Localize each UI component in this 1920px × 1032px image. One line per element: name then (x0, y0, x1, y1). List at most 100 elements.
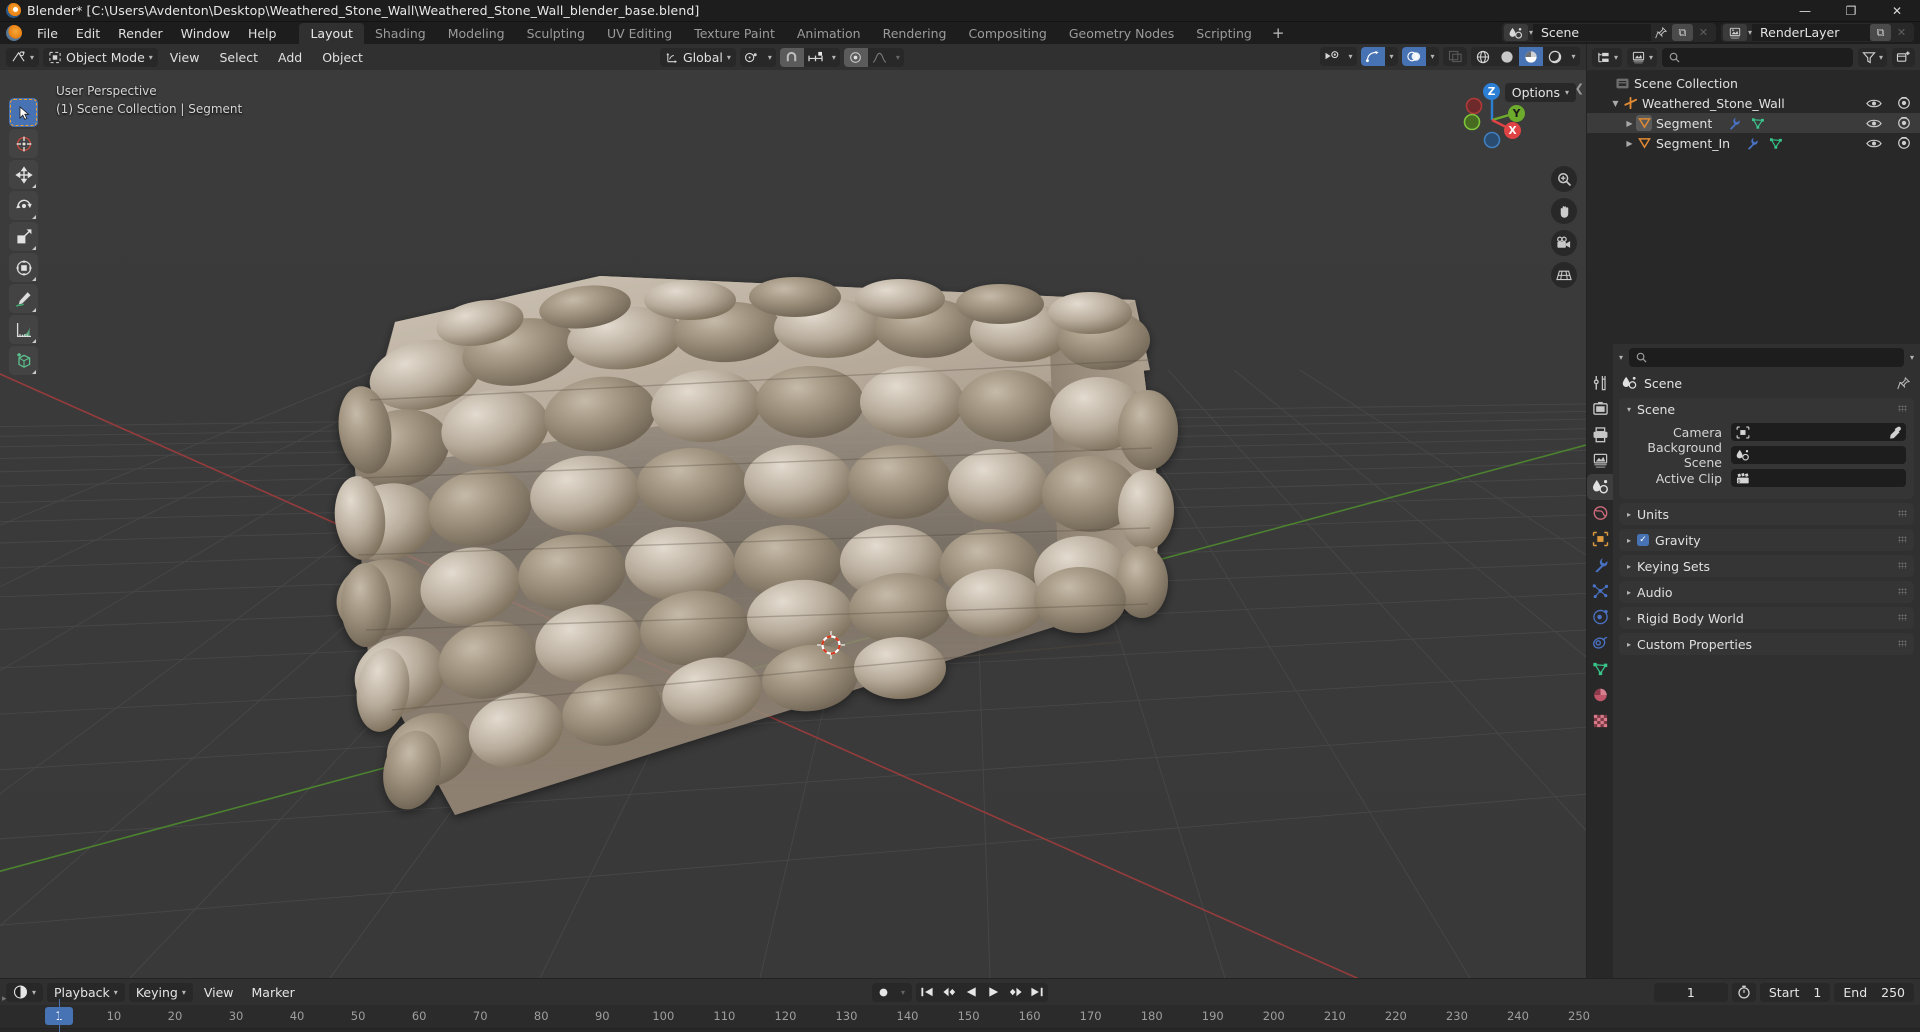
auto-keying-chevron[interactable]: ▾ (894, 983, 912, 1002)
custom-properties-panel-header[interactable]: ▸ Custom Properties (1619, 633, 1914, 655)
pivot-chevron[interactable]: ▾ (764, 48, 776, 67)
shading-rendered-icon[interactable] (1543, 47, 1567, 66)
tool-annotate[interactable] (9, 284, 38, 313)
chevron-right-icon[interactable]: ▸ (1627, 562, 1631, 571)
eyedropper-icon[interactable] (1888, 426, 1901, 439)
sidebar-collapse-arrow[interactable]: ❮ (1575, 82, 1584, 95)
workspace-tab-geometry-nodes[interactable]: Geometry Nodes (1058, 23, 1185, 44)
disable-in-renders-camera-icon[interactable] (1896, 135, 1912, 151)
workspace-tab-shading[interactable]: Shading (364, 23, 437, 44)
tool-tweak-select[interactable] (9, 98, 38, 127)
audio-panel-header[interactable]: ▸ Audio (1619, 581, 1914, 603)
tool-scale[interactable] (9, 222, 38, 251)
visibility-selector[interactable]: ▾ (1320, 47, 1357, 66)
viewport-menu-select[interactable]: Select (211, 48, 266, 67)
physics-tab-icon[interactable] (1587, 604, 1613, 630)
new-view-layer-button[interactable]: ⧉ (1870, 24, 1891, 41)
object-data-tab-icon[interactable] (1587, 656, 1613, 682)
previous-keyframe-button[interactable] (938, 983, 960, 1002)
frame-start-field[interactable]: Start 1 (1759, 982, 1831, 1002)
outliner-filter-button[interactable]: ▾ (1857, 47, 1887, 67)
render-tab-icon[interactable] (1587, 396, 1613, 422)
scene-name-field[interactable]: Scene (1532, 24, 1651, 41)
menu-edit[interactable]: Edit (67, 24, 109, 43)
gizmo-axis-z[interactable]: Z (1483, 83, 1500, 100)
chevron-right-icon[interactable]: ▸ (1627, 614, 1631, 623)
pin-properties-icon[interactable] (1897, 376, 1910, 390)
timeline-ruler[interactable]: ▸ 1 102030405060708090100110120130140150… (0, 994, 1920, 1029)
toggle-perspective-icon[interactable] (1551, 262, 1577, 288)
timeline-editor-type-selector[interactable]: ▾ (6, 982, 44, 1002)
world-tab-icon[interactable] (1587, 500, 1613, 526)
texture-tab-icon[interactable] (1587, 708, 1613, 734)
disclosure-triangle[interactable]: ▼ (1609, 99, 1622, 108)
snap-chevron[interactable]: ▾ (828, 48, 840, 67)
viewport-menu-view[interactable]: View (162, 48, 208, 67)
current-frame-field[interactable]: 1 (1653, 982, 1728, 1002)
workspace-tab-rendering[interactable]: Rendering (872, 23, 958, 44)
next-keyframe-button[interactable] (1004, 983, 1026, 1002)
properties-options-chevron[interactable]: ▾ (1910, 353, 1914, 362)
constraints-tab-icon[interactable] (1587, 630, 1613, 656)
modifiers-tab-icon[interactable] (1587, 552, 1613, 578)
shading-wireframe-icon[interactable] (1471, 47, 1495, 66)
output-tab-icon[interactable] (1587, 422, 1613, 448)
view-layer-name-field[interactable]: RenderLayer (1752, 24, 1870, 41)
minimize-button[interactable]: — (1782, 0, 1828, 22)
editor-type-selector[interactable]: ▾ (6, 47, 40, 67)
jump-to-start-button[interactable] (916, 983, 938, 1002)
scene-tab-icon[interactable] (1587, 474, 1613, 500)
modifier-wrench-icon[interactable] (1726, 115, 1742, 131)
viewport-menu-object[interactable]: Object (314, 48, 371, 67)
use-preview-range-icon[interactable] (1731, 982, 1756, 1002)
outliner-editor-type-selector[interactable]: ▾ (1592, 47, 1623, 67)
shading-mode-group[interactable]: ▾ (1471, 47, 1580, 66)
disclosure-triangle[interactable]: ▶ (1623, 139, 1636, 148)
chevron-right-icon[interactable]: ▸ (1627, 536, 1631, 545)
auto-keying-group[interactable]: ▾ (872, 982, 912, 1002)
outliner-row-scene-collection[interactable]: Scene Collection (1587, 73, 1920, 93)
view-layer-selector[interactable]: ▾ RenderLayer ⧉ ✕ (1720, 23, 1914, 42)
gravity-panel[interactable]: ▸ ✓ Gravity (1619, 529, 1914, 551)
outliner-row-weathered-stone-wall[interactable]: ▼ Weathered_Stone_Wall (1587, 93, 1920, 113)
tool-transform[interactable] (9, 253, 38, 282)
mesh-data-icon[interactable] (1768, 135, 1784, 151)
xray-toggle[interactable] (1443, 47, 1467, 66)
timeline-left-handle[interactable]: ▸ (2, 994, 7, 1004)
menu-file[interactable]: File (28, 24, 67, 43)
audio-panel[interactable]: ▸ Audio (1619, 581, 1914, 603)
rigid-body-world-panel[interactable]: ▸ Rigid Body World (1619, 607, 1914, 629)
zoom-icon[interactable] (1551, 166, 1577, 192)
falloff-curve-icon[interactable] (868, 48, 892, 67)
menu-help[interactable]: Help (239, 24, 286, 43)
view-layer-tab-icon[interactable] (1587, 448, 1613, 474)
workspace-tab-uv-editing[interactable]: UV Editing (596, 23, 683, 44)
menu-render[interactable]: Render (109, 24, 172, 43)
outliner-row-segment-in[interactable]: ▶ Segment_In (1587, 133, 1920, 153)
proportional-editing-controls[interactable]: ▾ (843, 47, 904, 67)
particles-tab-icon[interactable] (1587, 578, 1613, 604)
keying-sets-panel-header[interactable]: ▸ Keying Sets (1619, 555, 1914, 577)
chevron-right-icon[interactable]: ▸ (1627, 510, 1631, 519)
timeline-menu-marker[interactable]: Marker (245, 983, 302, 1002)
disclosure-triangle[interactable]: ▶ (1623, 119, 1636, 128)
properties-context-chevron[interactable]: ▾ (1619, 353, 1623, 362)
workspace-tab-layout[interactable]: Layout (299, 22, 364, 44)
chevron-right-icon[interactable]: ▸ (1627, 640, 1631, 649)
workspace-tab-sculpting[interactable]: Sculpting (516, 23, 596, 44)
scene-panel-header[interactable]: ▾ Scene (1619, 398, 1914, 420)
chevron-down-icon[interactable]: ▾ (1627, 405, 1631, 414)
gizmo-toggle-group[interactable]: ▾ (1361, 47, 1398, 66)
scene-selector[interactable]: ▾ Scene ⧉ ✕ (1501, 23, 1716, 42)
outliner-search-input[interactable] (1662, 47, 1853, 67)
menu-window[interactable]: Window (172, 24, 239, 43)
tool-rotate[interactable] (9, 191, 38, 220)
maximize-button[interactable]: ❐ (1828, 0, 1874, 22)
disable-in-renders-camera-icon[interactable] (1896, 95, 1912, 111)
jump-to-end-button[interactable] (1026, 983, 1048, 1002)
viewport-3d-canvas[interactable]: User Perspective (1) Scene Collection | … (0, 70, 1586, 978)
timeline-menu-keying[interactable]: Keying ▾ (128, 982, 193, 1002)
tool-move[interactable] (9, 160, 38, 189)
background-scene-field[interactable] (1731, 446, 1906, 464)
workspace-tab-texture-paint[interactable]: Texture Paint (683, 23, 786, 44)
